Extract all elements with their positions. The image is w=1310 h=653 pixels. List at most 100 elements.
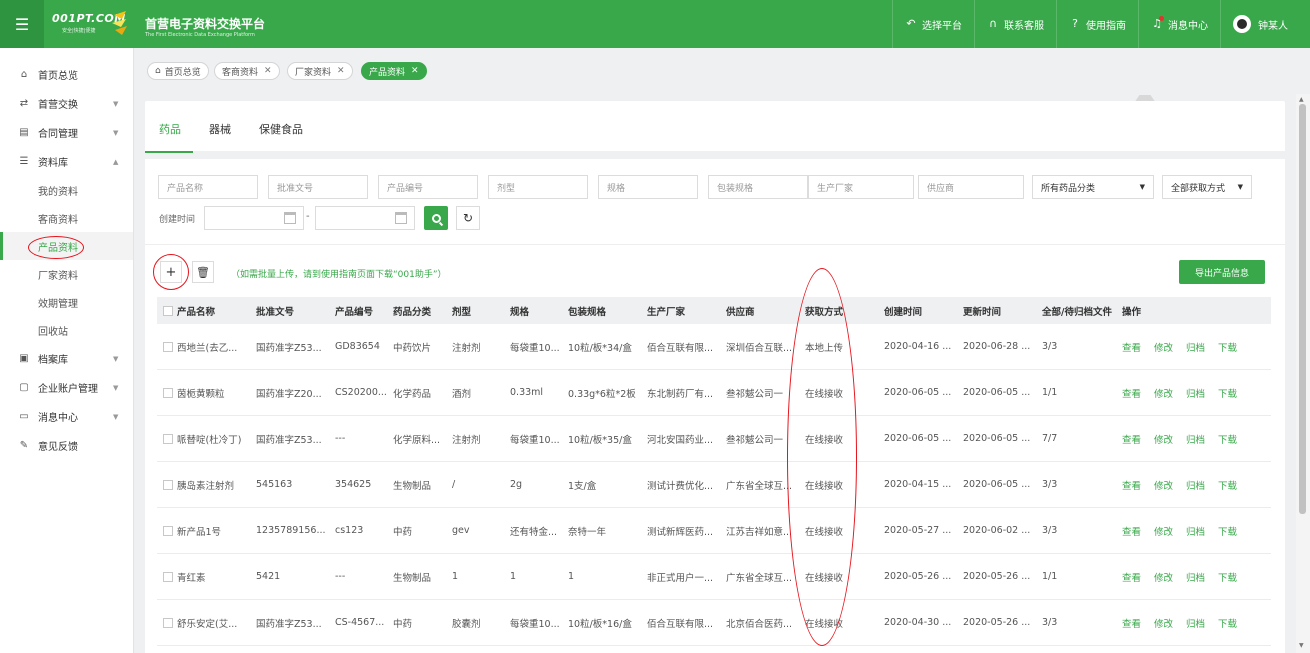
row-checkbox[interactable] xyxy=(163,341,173,352)
download-link[interactable]: 下载 xyxy=(1218,478,1237,492)
sidebar-item-home[interactable]: ⌂ 首页总览 xyxy=(0,60,133,89)
view-link[interactable]: 查看 xyxy=(1122,386,1141,400)
close-icon[interactable]: ✕ xyxy=(411,66,419,76)
tab-merchant[interactable]: 客商资料 ✕ xyxy=(214,62,280,80)
edit-link[interactable]: 修改 xyxy=(1154,478,1173,492)
row-checkbox[interactable] xyxy=(163,433,173,444)
edit-link[interactable]: 修改 xyxy=(1154,432,1173,446)
row-checkbox[interactable] xyxy=(163,525,173,536)
scroll-up-arrow[interactable]: ▲ xyxy=(1299,96,1304,103)
download-link[interactable]: 下载 xyxy=(1218,432,1237,446)
method-select[interactable]: 全部获取方式 ▼ xyxy=(1162,175,1252,199)
sidebar-item-library[interactable]: ☰ 资料库 ▲ xyxy=(0,147,133,176)
sidebar-sub-product-data[interactable]: 产品资料 xyxy=(0,232,133,260)
row-checkbox[interactable] xyxy=(163,617,173,628)
tab-health-food[interactable]: 保健食品 xyxy=(259,121,303,137)
row-checkbox[interactable] xyxy=(163,571,173,582)
search-icon xyxy=(431,213,441,223)
package-spec-input[interactable]: 包装规格 xyxy=(708,175,808,199)
view-link[interactable]: 查看 xyxy=(1122,616,1141,630)
download-link[interactable]: 下载 xyxy=(1218,524,1237,538)
end-date-input[interactable] xyxy=(315,206,415,230)
sidebar-item-feedback[interactable]: ✎ 意见反馈 xyxy=(0,431,133,460)
table-cell: 2020-05-26 ... xyxy=(963,571,1031,582)
sidebar-sub-expiry[interactable]: 效期管理 xyxy=(0,288,133,316)
view-link[interactable]: 查看 xyxy=(1122,432,1141,446)
sidebar-item-messages[interactable]: ▭ 消息中心 ▼ xyxy=(0,402,133,431)
delete-button[interactable]: 🗑 xyxy=(192,261,214,283)
sidebar-item-contract[interactable]: ▤ 合同管理 ▼ xyxy=(0,118,133,147)
close-icon[interactable]: ✕ xyxy=(337,66,345,76)
reset-button[interactable]: ↻ xyxy=(456,206,480,230)
download-link[interactable]: 下载 xyxy=(1218,570,1237,584)
archive-link[interactable]: 归档 xyxy=(1186,570,1205,584)
spec-input[interactable]: 规格 xyxy=(598,175,698,199)
supplier-input[interactable]: 供应商 xyxy=(918,175,1024,199)
edit-link[interactable]: 修改 xyxy=(1154,524,1173,538)
tab-devices[interactable]: 器械 xyxy=(209,121,231,137)
user-guide-link[interactable]: ? 使用指南 xyxy=(1056,0,1138,48)
sidebar-item-exchange[interactable]: ⇄ 首营交换 ▼ xyxy=(0,89,133,118)
sidebar-sub-my-data[interactable]: 我的资料 xyxy=(0,176,133,204)
table-cell: 2g xyxy=(510,479,523,490)
tab-home[interactable]: ⌂ 首页总览 xyxy=(147,62,209,80)
scrollbar-thumb[interactable] xyxy=(1299,104,1306,514)
archive-link[interactable]: 归档 xyxy=(1186,478,1205,492)
date-separator: - xyxy=(306,211,310,222)
header-product-name[interactable]: 产品名称 xyxy=(163,297,243,324)
add-product-button[interactable]: + xyxy=(160,261,182,283)
edit-link[interactable]: 修改 xyxy=(1154,340,1173,354)
sidebar-item-archive[interactable]: ▣ 档案库 ▼ xyxy=(0,344,133,373)
edit-link[interactable]: 修改 xyxy=(1154,616,1173,630)
customer-service-link[interactable]: ∩ 联系客服 xyxy=(974,0,1056,48)
dosage-form-input[interactable]: 剂型 xyxy=(488,175,588,199)
start-date-input[interactable] xyxy=(204,206,304,230)
sidebar-item-account[interactable]: ▢ 企业账户管理 ▼ xyxy=(0,373,133,402)
tab-product[interactable]: 产品资料 ✕ xyxy=(361,62,427,80)
search-button[interactable] xyxy=(424,206,448,230)
row-checkbox[interactable] xyxy=(163,387,173,398)
download-link[interactable]: 下载 xyxy=(1218,386,1237,400)
download-link[interactable]: 下载 xyxy=(1218,616,1237,630)
sidebar-sub-recycle-bin[interactable]: 回收站 xyxy=(0,316,133,344)
tab-drugs[interactable]: 药品 xyxy=(159,121,181,137)
archive-link[interactable]: 归档 xyxy=(1186,616,1205,630)
select-platform-link[interactable]: ↶ 选择平台 xyxy=(892,0,974,48)
table-cell: 10粒/板*35/盒 xyxy=(568,434,632,446)
approval-no-input[interactable]: 批准文号 xyxy=(268,175,368,199)
export-product-button[interactable]: 导出产品信息 xyxy=(1179,260,1265,284)
category-select[interactable]: 所有药品分类 ▼ xyxy=(1032,175,1154,199)
manufacturer-input[interactable]: 生产厂家 xyxy=(808,175,914,199)
edit-link[interactable]: 修改 xyxy=(1154,386,1173,400)
sidebar-sub-merchant-data[interactable]: 客商资料 xyxy=(0,204,133,232)
tab-manufacturer[interactable]: 厂家资料 ✕ xyxy=(287,62,353,80)
download-link[interactable]: 下载 xyxy=(1218,340,1237,354)
vertical-scrollbar[interactable]: ▲ ▼ xyxy=(1296,94,1310,653)
view-link[interactable]: 查看 xyxy=(1122,570,1141,584)
sidebar-item-label: 意见反馈 xyxy=(38,442,78,453)
product-name-input[interactable]: 产品名称 xyxy=(158,175,258,199)
view-link[interactable]: 查看 xyxy=(1122,524,1141,538)
select-all-checkbox[interactable] xyxy=(163,305,173,316)
archive-link[interactable]: 归档 xyxy=(1186,524,1205,538)
view-link[interactable]: 查看 xyxy=(1122,478,1141,492)
archive-link[interactable]: 归档 xyxy=(1186,432,1205,446)
view-link[interactable]: 查看 xyxy=(1122,340,1141,354)
row-actions: 查看 修改 归档 下载 xyxy=(1122,600,1262,645)
user-menu[interactable]: 钟某人 xyxy=(1220,0,1310,48)
row-actions: 查看 修改 归档 下载 xyxy=(1122,370,1262,415)
message-center-link[interactable]: ♫ 消息中心 xyxy=(1138,0,1220,48)
table-row: 舒乐安定(艾... 国药准字Z53... CS-4567... 中药 胶囊剂 每袋重10.… xyxy=(157,600,1271,646)
scroll-down-arrow[interactable]: ▼ xyxy=(1299,642,1304,649)
tab-label: 客商资料 xyxy=(222,67,259,78)
product-code-input[interactable]: 产品编号 xyxy=(378,175,478,199)
cell-product-name: 西地兰(去乙... xyxy=(163,324,247,369)
sidebar-sub-manufacturer-data[interactable]: 厂家资料 xyxy=(0,260,133,288)
edit-link[interactable]: 修改 xyxy=(1154,570,1173,584)
archive-link[interactable]: 归档 xyxy=(1186,340,1205,354)
close-icon[interactable]: ✕ xyxy=(264,66,272,76)
row-checkbox[interactable] xyxy=(163,479,173,490)
hamburger-menu-button[interactable]: ☰ xyxy=(0,0,44,48)
archive-link[interactable]: 归档 xyxy=(1186,386,1205,400)
cell-product-name: 青红素 xyxy=(163,554,247,599)
